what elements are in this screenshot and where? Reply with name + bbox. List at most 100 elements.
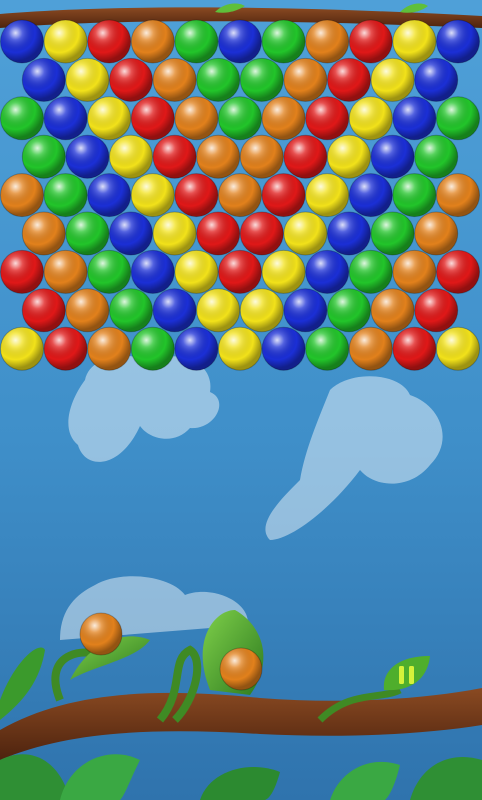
bubble-red	[109, 57, 153, 102]
bubble-red	[43, 326, 88, 371]
bubble-yellow	[327, 134, 371, 179]
bubble-blue	[436, 19, 480, 64]
bubble-yellow	[370, 57, 415, 102]
bubble-orange	[348, 326, 393, 371]
bubble-red	[392, 326, 437, 371]
bubble-shooter[interactable]	[79, 612, 123, 656]
bubble-grid[interactable]	[0, 19, 480, 371]
bubble-orange	[261, 96, 306, 141]
clouds	[60, 355, 443, 640]
bubble-green	[21, 134, 66, 179]
bubble-yellow	[239, 288, 284, 333]
bubble-blue	[152, 288, 197, 333]
bubble-red	[218, 249, 262, 294]
bubble-red	[305, 96, 350, 141]
bubble-green	[65, 211, 110, 256]
bubble-blue	[261, 326, 306, 371]
bubble-yellow	[436, 326, 480, 371]
bubble-blue	[305, 249, 350, 294]
bubble-orange	[392, 249, 437, 294]
bubble-blue	[0, 19, 44, 64]
bubble-red	[327, 57, 371, 102]
pause-icon	[383, 656, 430, 691]
pause-button[interactable]	[380, 652, 432, 696]
bubble-orange	[305, 19, 350, 64]
bubble-red	[0, 249, 44, 294]
bubble-orange	[218, 173, 262, 218]
next-bubble-ball	[219, 647, 263, 691]
bubble-blue	[109, 211, 153, 256]
bubble-orange	[87, 326, 132, 371]
current-bubble	[79, 612, 123, 656]
bubble-blue	[218, 19, 262, 64]
game-screen[interactable]	[0, 0, 482, 800]
next-bubble	[219, 647, 263, 691]
bubble-orange	[370, 288, 415, 333]
bubble-red	[130, 96, 175, 141]
bubble-blue	[370, 134, 415, 179]
bubble-yellow	[43, 19, 88, 64]
bubble-green	[370, 211, 415, 256]
bubble-yellow	[283, 211, 328, 256]
bubble-yellow	[87, 96, 132, 141]
bubble-orange	[239, 134, 284, 179]
bubble-blue	[174, 326, 219, 371]
bubble-orange	[65, 288, 110, 333]
bubble-green	[239, 57, 284, 102]
bubble-blue	[414, 57, 459, 102]
bubble-yellow	[152, 211, 197, 256]
bubble-orange	[283, 57, 328, 102]
bubble-yellow	[130, 173, 175, 218]
bubble-orange	[130, 19, 175, 64]
bubble-blue	[21, 57, 66, 102]
bubble-orange	[414, 211, 459, 256]
bubble-yellow	[348, 96, 393, 141]
bubble-blue	[283, 288, 328, 333]
bubble-red	[348, 19, 393, 64]
bubble-red	[436, 249, 480, 294]
bubble-green	[218, 96, 262, 141]
bubble-red	[283, 134, 328, 179]
bubble-orange	[196, 134, 241, 179]
bubble-green	[196, 57, 241, 102]
bubble-green	[348, 249, 393, 294]
bubble-orange	[21, 211, 66, 256]
bubble-yellow	[218, 326, 262, 371]
bubble-green	[436, 96, 480, 141]
bubble-green	[392, 173, 437, 218]
bubble-yellow	[65, 57, 110, 102]
bubble-orange	[0, 173, 44, 218]
bubble-red	[87, 19, 132, 64]
bubble-orange	[436, 173, 480, 218]
bubble-yellow	[305, 173, 350, 218]
bubble-blue	[87, 173, 132, 218]
bubble-blue	[327, 211, 371, 256]
bubble-green	[305, 326, 350, 371]
bubble-green	[327, 288, 371, 333]
bubble-green	[414, 134, 459, 179]
bubble-blue	[348, 173, 393, 218]
bubble-green	[261, 19, 306, 64]
bubble-orange	[174, 96, 219, 141]
bubble-blue	[130, 249, 175, 294]
bubble-red	[174, 173, 219, 218]
bubble-yellow	[0, 326, 44, 371]
bubble-blue	[65, 134, 110, 179]
bubble-green	[87, 249, 132, 294]
bubble-red	[261, 173, 306, 218]
bubble-green	[0, 96, 44, 141]
bubble-green	[109, 288, 153, 333]
bubble-blue	[392, 96, 437, 141]
bubble-yellow	[196, 288, 241, 333]
bubble-orange	[43, 249, 88, 294]
bubble-orange	[152, 57, 197, 102]
bubble-green	[43, 173, 88, 218]
bubble-red	[239, 211, 284, 256]
bubble-yellow	[174, 249, 219, 294]
bubble-blue	[43, 96, 88, 141]
bubble-red	[414, 288, 459, 333]
bubble-yellow	[392, 19, 437, 64]
bubble-yellow	[261, 249, 306, 294]
bubble-red	[152, 134, 197, 179]
bubble-green	[130, 326, 175, 371]
